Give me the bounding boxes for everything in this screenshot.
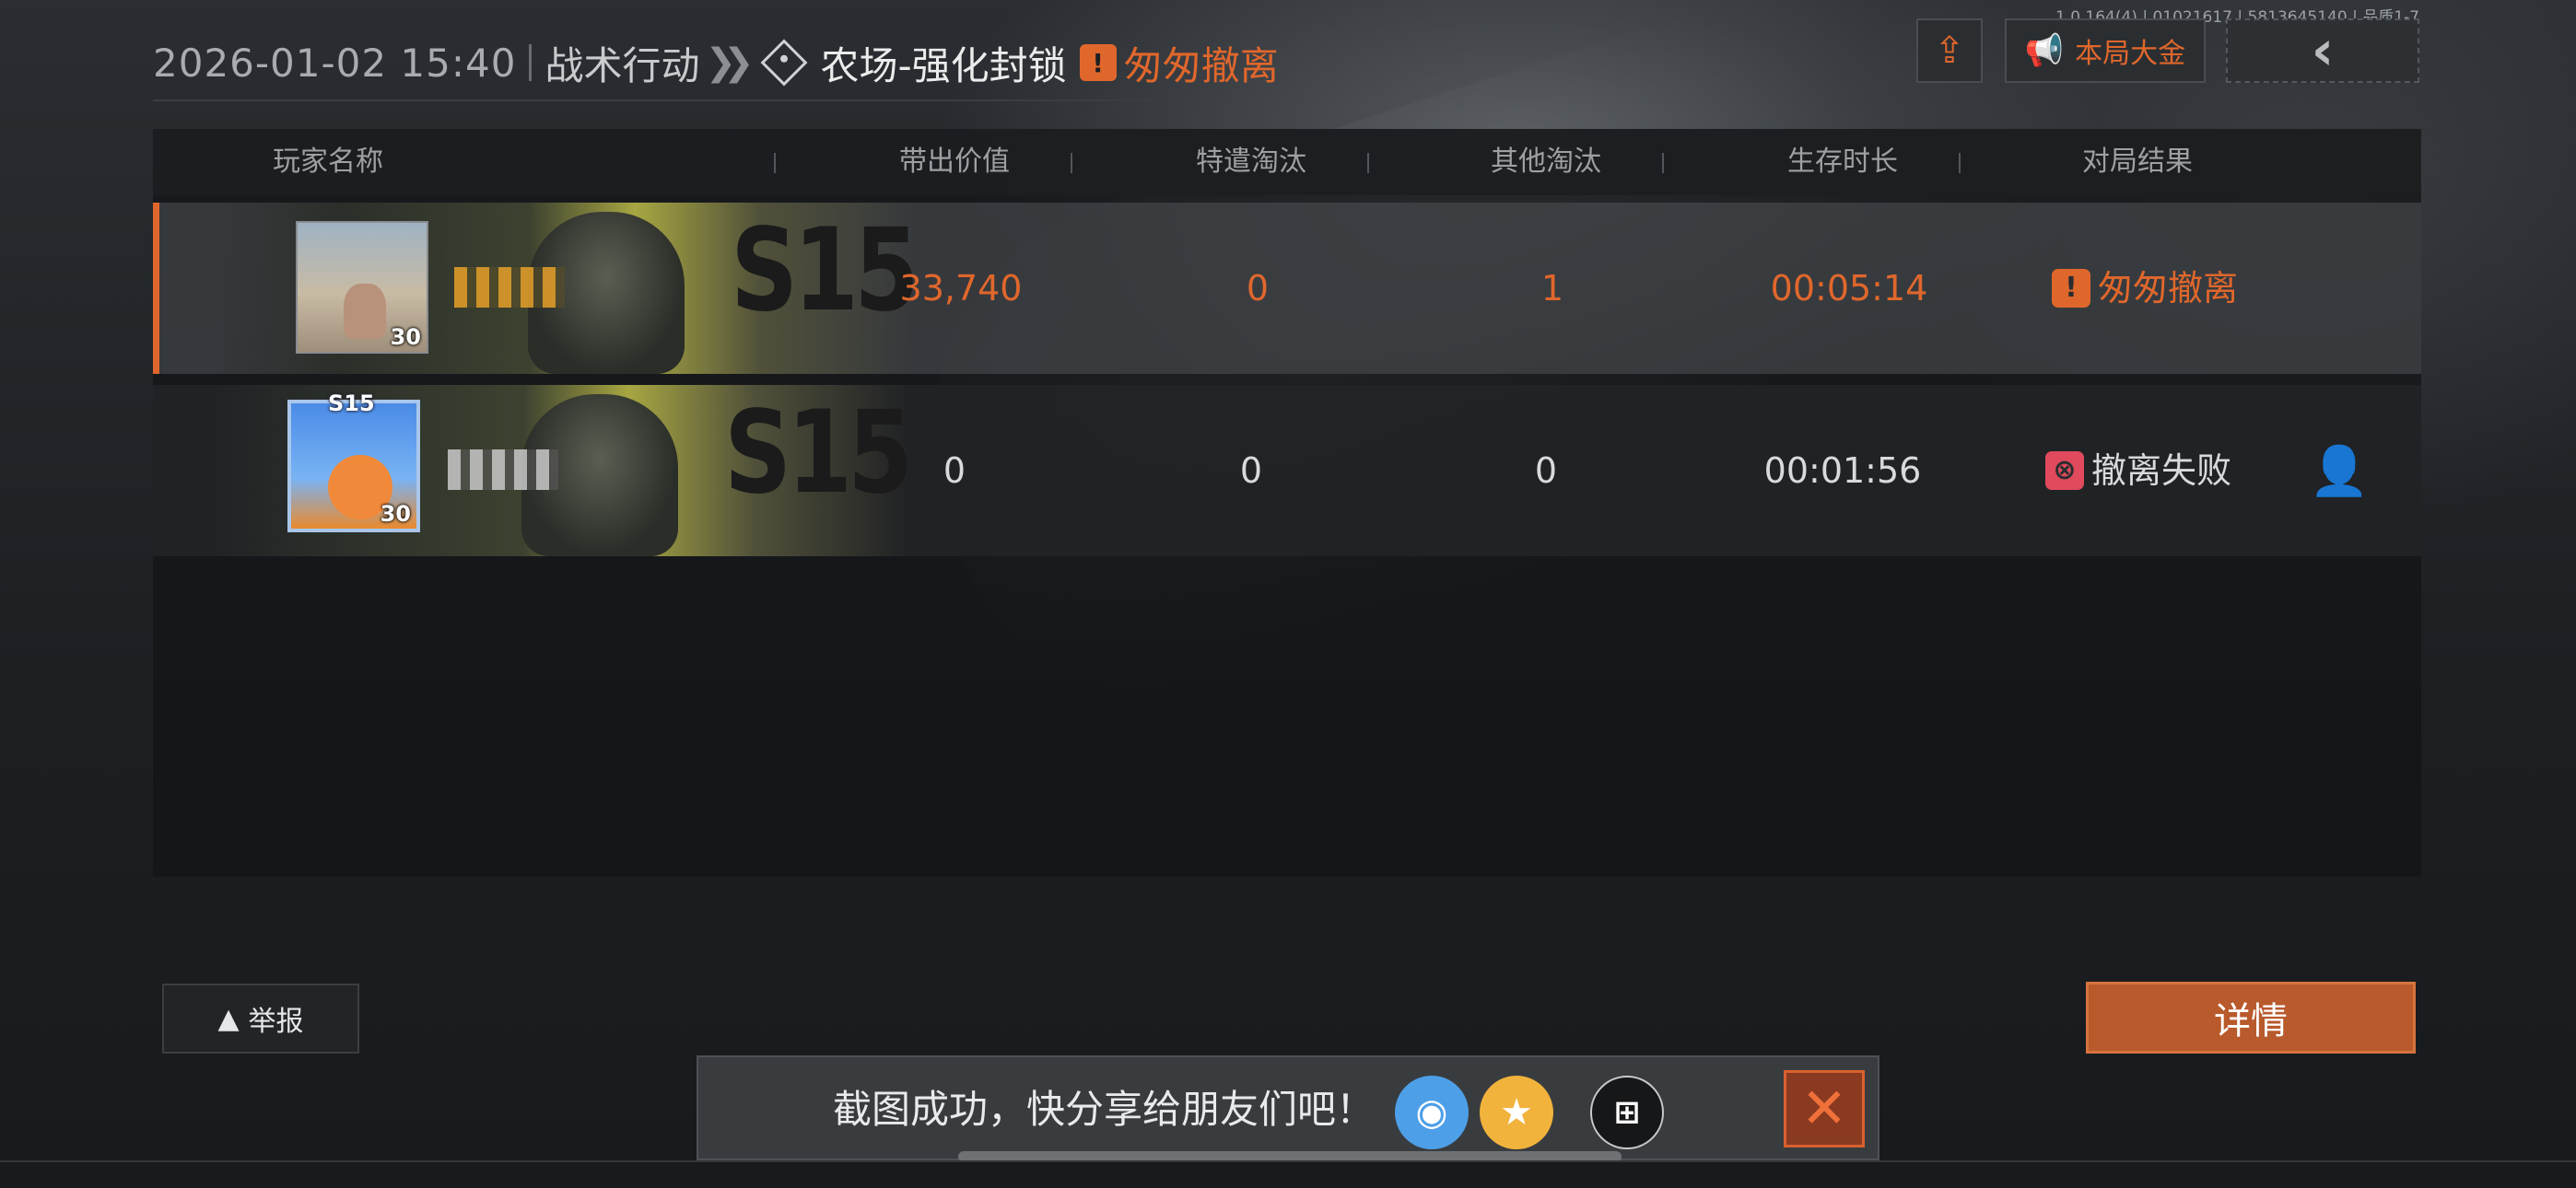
header-underline bbox=[153, 99, 1203, 101]
double-chevron-icon: ❯❯ bbox=[705, 41, 755, 84]
special-kills: 0 bbox=[1246, 268, 1270, 309]
special-kills: 0 bbox=[1239, 450, 1263, 491]
share-button[interactable]: ⇪ bbox=[1916, 18, 1983, 83]
col-special-kills: 特遣淘汰 bbox=[1196, 146, 1306, 178]
qq-icon[interactable]: ◉ bbox=[1395, 1076, 1469, 1149]
match-header: 2026-01-02 15:40 战术行动 ❯❯ 农场-强化封锁 ! 匆匆撤离 bbox=[153, 35, 1279, 90]
header-divider bbox=[529, 44, 533, 81]
other-kills: 1 bbox=[1540, 268, 1564, 309]
table-header: 玩家名称 带出价值 特遣淘汰 其他淘汰 生存时长 对局结果 bbox=[153, 129, 2421, 195]
col-divider bbox=[1662, 153, 1664, 173]
match-mode: 战术行动 bbox=[544, 42, 700, 88]
col-extract-value: 带出价值 bbox=[899, 146, 1010, 178]
col-divider bbox=[1367, 153, 1369, 173]
add-friend-button[interactable]: 👤 bbox=[2307, 440, 2371, 501]
col-match-result: 对局结果 bbox=[2082, 146, 2193, 178]
report-button[interactable]: ▲ 举报 bbox=[162, 984, 359, 1054]
extract-value: 33,740 bbox=[899, 268, 1023, 309]
avatar[interactable]: 30 bbox=[296, 221, 428, 354]
match-result: ! 匆匆撤离 bbox=[1993, 203, 2297, 374]
table-row[interactable]: S15 30 S15 0 0 0 00:01:56 ⊗ 撤离失败 👤 bbox=[153, 385, 2421, 556]
player-level: 30 bbox=[380, 501, 411, 527]
chevron-left-icon: ‹ bbox=[2311, 18, 2335, 83]
table-row[interactable]: S15 30 33,740 0 1 00:05:14 ! 匆匆撤离 bbox=[153, 203, 2421, 374]
fail-cross-icon: ⊗ bbox=[2044, 451, 2084, 490]
col-divider bbox=[774, 153, 776, 173]
match-result-label: 匆匆撤离 bbox=[2097, 268, 2238, 309]
match-gold-label: 本局大金 bbox=[2075, 38, 2186, 70]
toast-message: 截图成功，快分享给朋友们吧！ bbox=[833, 1087, 1376, 1132]
season-badge: S15 bbox=[328, 390, 375, 416]
close-button[interactable]: ✕ bbox=[1784, 1070, 1865, 1147]
avatar[interactable]: 30 bbox=[287, 400, 420, 532]
avatar-figure bbox=[344, 284, 386, 339]
megaphone-icon: 📢 bbox=[2024, 32, 2065, 69]
share-icon: ⇪ bbox=[1934, 29, 1965, 72]
player-name-mosaic bbox=[448, 449, 558, 490]
back-button[interactable]: ‹ bbox=[2226, 18, 2419, 83]
warning-triangle-icon: ! bbox=[1079, 44, 1117, 81]
match-status: 匆匆撤离 bbox=[1123, 42, 1279, 88]
warning-triangle-icon: ▲ bbox=[217, 1002, 240, 1035]
bottom-divider bbox=[0, 1160, 2576, 1162]
player-level: 30 bbox=[390, 324, 421, 350]
details-button[interactable]: 详情 bbox=[2086, 982, 2416, 1054]
match-gold-button[interactable]: 📢 本局大金 bbox=[2005, 18, 2206, 83]
report-label: 举报 bbox=[248, 1006, 304, 1038]
other-kills: 0 bbox=[1534, 450, 1558, 491]
match-result-label: 撤离失败 bbox=[2090, 450, 2231, 491]
warning-triangle-icon: ! bbox=[2051, 269, 2090, 308]
extract-value: 0 bbox=[943, 450, 966, 491]
share-app-icon[interactable]: ⊞ bbox=[1590, 1076, 1664, 1149]
col-divider bbox=[1959, 153, 1961, 173]
add-friend-icon: 👤 bbox=[2309, 443, 2370, 499]
col-divider bbox=[1071, 153, 1072, 173]
screenshot-share-toast: 截图成功，快分享给朋友们吧！ ◉ ★ ⊞ ✕ bbox=[697, 1055, 1879, 1160]
match-datetime: 2026-01-02 15:40 bbox=[153, 40, 517, 86]
qzone-icon[interactable]: ★ bbox=[1480, 1076, 1553, 1149]
close-icon: ✕ bbox=[1800, 1077, 1848, 1141]
map-diamond-icon bbox=[760, 39, 807, 87]
scoreboard-table: 玩家名称 带出价值 特遣淘汰 其他淘汰 生存时长 对局结果 S15 30 33,… bbox=[153, 129, 2421, 877]
col-other-kills: 其他淘汰 bbox=[1491, 146, 1601, 178]
col-player-name: 玩家名称 bbox=[273, 146, 383, 178]
survival-time: 00:05:14 bbox=[1770, 268, 1928, 309]
player-name-mosaic bbox=[454, 267, 565, 308]
col-survival-time: 生存时长 bbox=[1787, 146, 1898, 178]
map-name: 农场-强化封锁 bbox=[820, 42, 1067, 88]
match-result: ⊗ 撤离失败 bbox=[1986, 385, 2290, 556]
details-label: 详情 bbox=[2214, 1000, 2288, 1042]
survival-time: 00:01:56 bbox=[1763, 450, 1922, 491]
